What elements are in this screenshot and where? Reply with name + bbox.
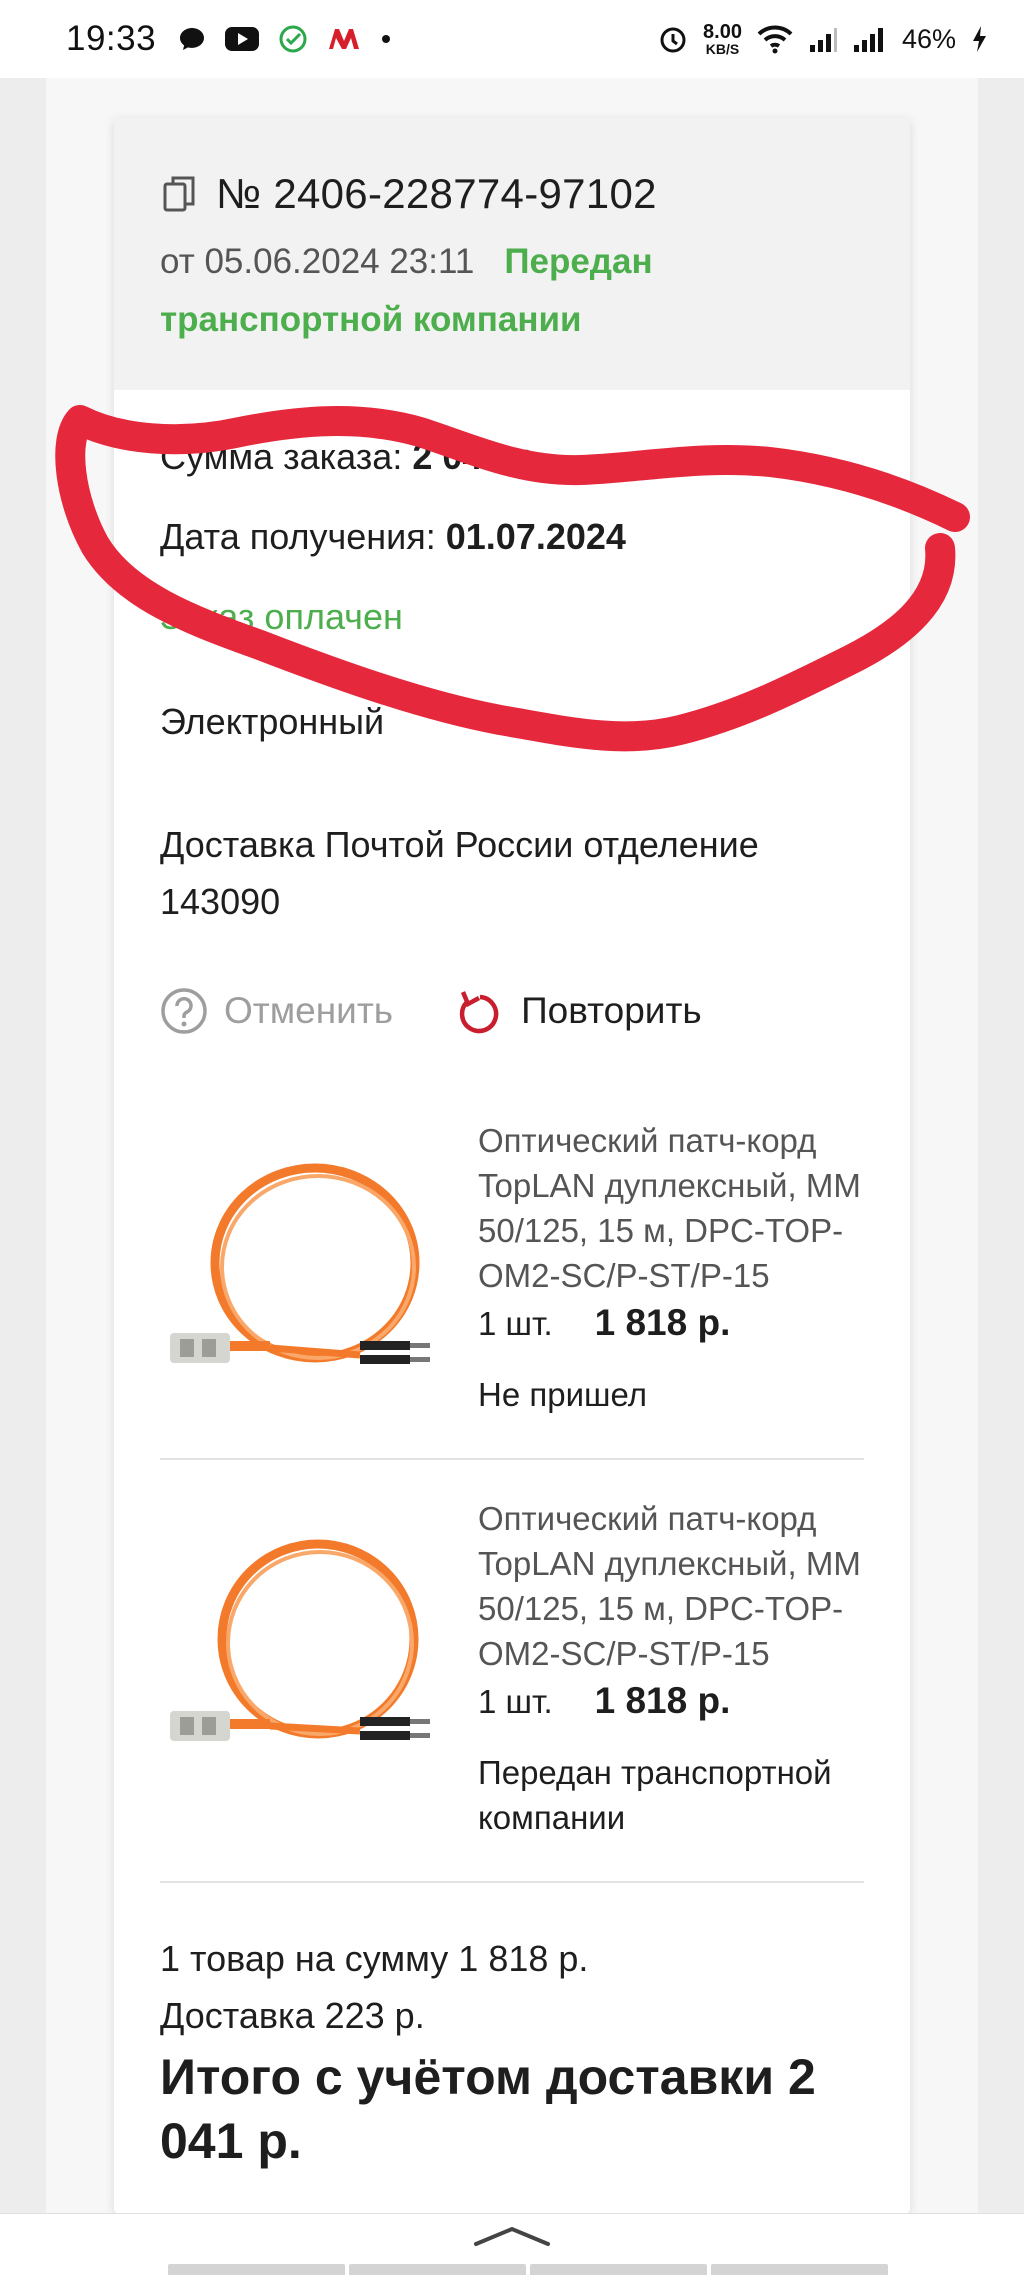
order-sum-label: Сумма заказа: [160, 436, 403, 477]
product-status: Не пришел [478, 1376, 647, 1413]
receive-date-value: 01.07.2024 [445, 516, 626, 557]
status-bar: 19:33 8.00 KB/S 46% [0, 0, 1024, 78]
product-price: 1 818 р. [594, 1680, 731, 1721]
youtube-icon [225, 27, 260, 51]
product-name[interactable]: Оптический патч-корд TopLAN дуплексный, … [478, 1118, 878, 1298]
check-circle-icon [279, 25, 307, 53]
chat-bubble-icon [180, 28, 205, 50]
order-card: № 2406-228774-97102 от 05.06.2024 23:11 П… [114, 118, 910, 2213]
repeat-button[interactable]: Повторить [455, 986, 702, 1036]
wifi-icon [757, 25, 793, 54]
receive-date-row: Дата получения: 01.07.2024 [160, 516, 626, 558]
product-info: Оптический патч-корд TopLAN дуплексный, … [478, 1496, 878, 1840]
order-number: № 2406-228774-97102 [216, 170, 657, 217]
receive-date-label: Дата получения: [160, 516, 436, 557]
bottom-bar [0, 2213, 1024, 2275]
cancel-label: Отменить [224, 990, 394, 1031]
grand-total: Итого с учётом доставки 2 041 р. [160, 2049, 816, 2169]
divider [160, 1881, 864, 1883]
product-info: Оптический патч-корд TopLAN дуплексный, … [478, 1118, 878, 1417]
bottom-tab-strip [168, 2264, 888, 2275]
divider [160, 1458, 864, 1460]
delivery-info: Доставка Почтой России отделение 143090 [160, 824, 759, 922]
qty-price-row: 1 шт. 1 818 р. [478, 1678, 878, 1724]
signal-1-icon [809, 28, 837, 52]
net-speed: 8.00 KB/S [703, 21, 742, 57]
bottom-tab[interactable] [711, 2264, 888, 2275]
order-sum-value: 2 041 р. [412, 436, 545, 477]
order-sum-row: Сумма заказа: 2 041 р. [160, 436, 544, 478]
dot-icon [382, 35, 391, 43]
delivery-cost-line: Доставка 223 р. [160, 1995, 425, 2036]
copy-icon[interactable] [162, 174, 198, 214]
payment-method: Электронный [160, 701, 385, 742]
order-date-status: от 05.06.2024 23:11 Передан транспортной … [160, 233, 880, 349]
alarm-icon [660, 27, 686, 53]
product-name[interactable]: Оптический патч-корд TopLAN дуплексный, … [478, 1496, 878, 1676]
product-qty: 1 шт. [478, 1683, 553, 1720]
product-status: Передан транспортной компании [478, 1754, 832, 1836]
items-total-line: 1 товар на сумму 1 818 р. [160, 1938, 589, 1979]
bottom-tab[interactable] [530, 2264, 707, 2275]
product-image[interactable] [160, 1143, 460, 1443]
cancel-button[interactable]: Отменить [160, 987, 393, 1035]
repeat-icon [459, 991, 499, 1034]
paid-status: Заказ оплачен [160, 596, 403, 637]
bottom-tab[interactable] [168, 2264, 345, 2275]
product-price: 1 818 р. [594, 1302, 731, 1343]
charging-icon [973, 26, 986, 52]
order-date: от 05.06.2024 23:11 [160, 242, 475, 281]
signal-2-icon [853, 28, 883, 52]
product-image[interactable] [160, 1521, 460, 1821]
order-number-row: № 2406-228774-97102 [162, 170, 657, 218]
repeat-label: Повторить [521, 990, 702, 1031]
order-actions: Отменить Повторить [160, 986, 702, 1036]
metro-logo-icon [329, 29, 360, 49]
battery-percent: 46% [901, 23, 956, 54]
product-qty: 1 шт. [478, 1305, 553, 1342]
order-summary: 1 товар на сумму 1 818 р. Доставка 223 р… [160, 1930, 588, 2044]
status-time: 19:33 [66, 19, 157, 58]
question-circle-icon [161, 988, 207, 1034]
bottom-tab[interactable] [349, 2264, 526, 2275]
qty-price-row: 1 шт. 1 818 р. [478, 1300, 878, 1346]
chevron-up-icon[interactable] [472, 2224, 552, 2248]
